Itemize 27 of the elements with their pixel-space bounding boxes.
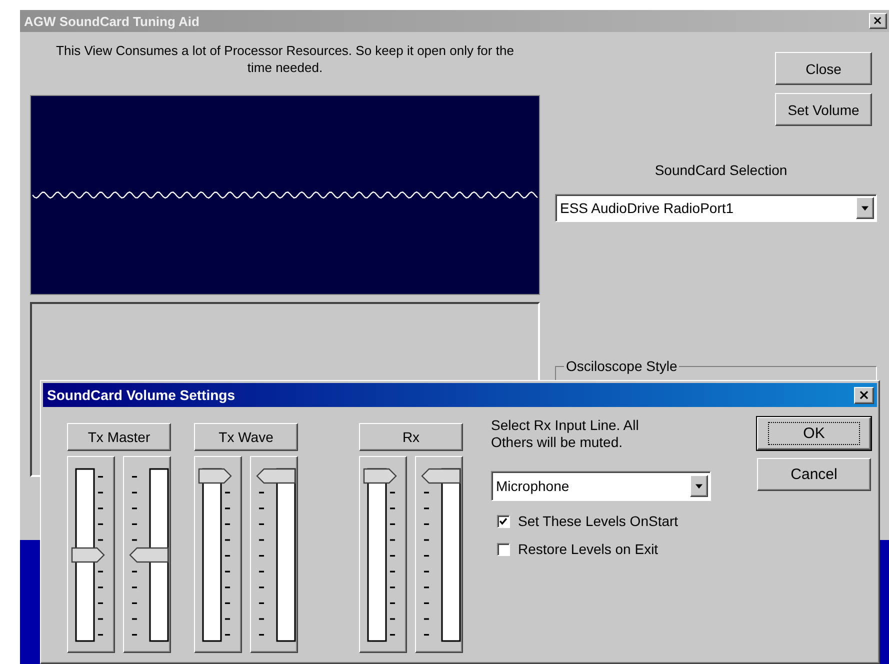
slider-thumb[interactable] bbox=[129, 547, 169, 563]
channel-header: Tx Wave bbox=[194, 423, 298, 451]
window-title: AGW SoundCard Tuning Aid bbox=[24, 14, 200, 28]
rx-input-prompt: Select Rx Input Line. All Others will be muted. bbox=[491, 417, 640, 451]
channel-header: Rx bbox=[359, 423, 463, 451]
channel-header: Tx Master bbox=[67, 423, 171, 451]
group-label: Osciloscope Style bbox=[564, 358, 680, 374]
checkbox-label: Set These Levels OnStart bbox=[518, 513, 678, 529]
slider-thumb[interactable] bbox=[198, 468, 232, 484]
slider-thumb[interactable] bbox=[421, 468, 461, 484]
soundcard-dropdown[interactable]: ESS AudioDrive RadioPort1 bbox=[555, 194, 877, 222]
window-button[interactable]: Close bbox=[775, 52, 872, 85]
close-icon[interactable] bbox=[869, 13, 887, 29]
dialog-title: SoundCard Volume Settings bbox=[47, 387, 235, 403]
close-icon[interactable] bbox=[854, 386, 874, 404]
checkbox[interactable] bbox=[497, 542, 510, 556]
slider-thumb[interactable] bbox=[71, 547, 105, 563]
soundcard-label: SoundCard Selection bbox=[654, 162, 788, 178]
checkbox-label: Restore Levels on Exit bbox=[518, 541, 658, 557]
notice-text: This View Consumes a lot of Processor Resources. So keep it open only for the time needed. bbox=[55, 42, 515, 76]
window-button[interactable]: Set Volume bbox=[775, 93, 872, 126]
slider-thumb[interactable] bbox=[256, 468, 296, 484]
dialog-button[interactable]: OK bbox=[757, 417, 871, 450]
slider-thumb[interactable] bbox=[363, 468, 397, 484]
dialog-button[interactable]: Cancel bbox=[757, 458, 871, 491]
checkbox[interactable] bbox=[497, 514, 510, 528]
rx-input-dropdown[interactable]: Microphone bbox=[491, 471, 711, 501]
